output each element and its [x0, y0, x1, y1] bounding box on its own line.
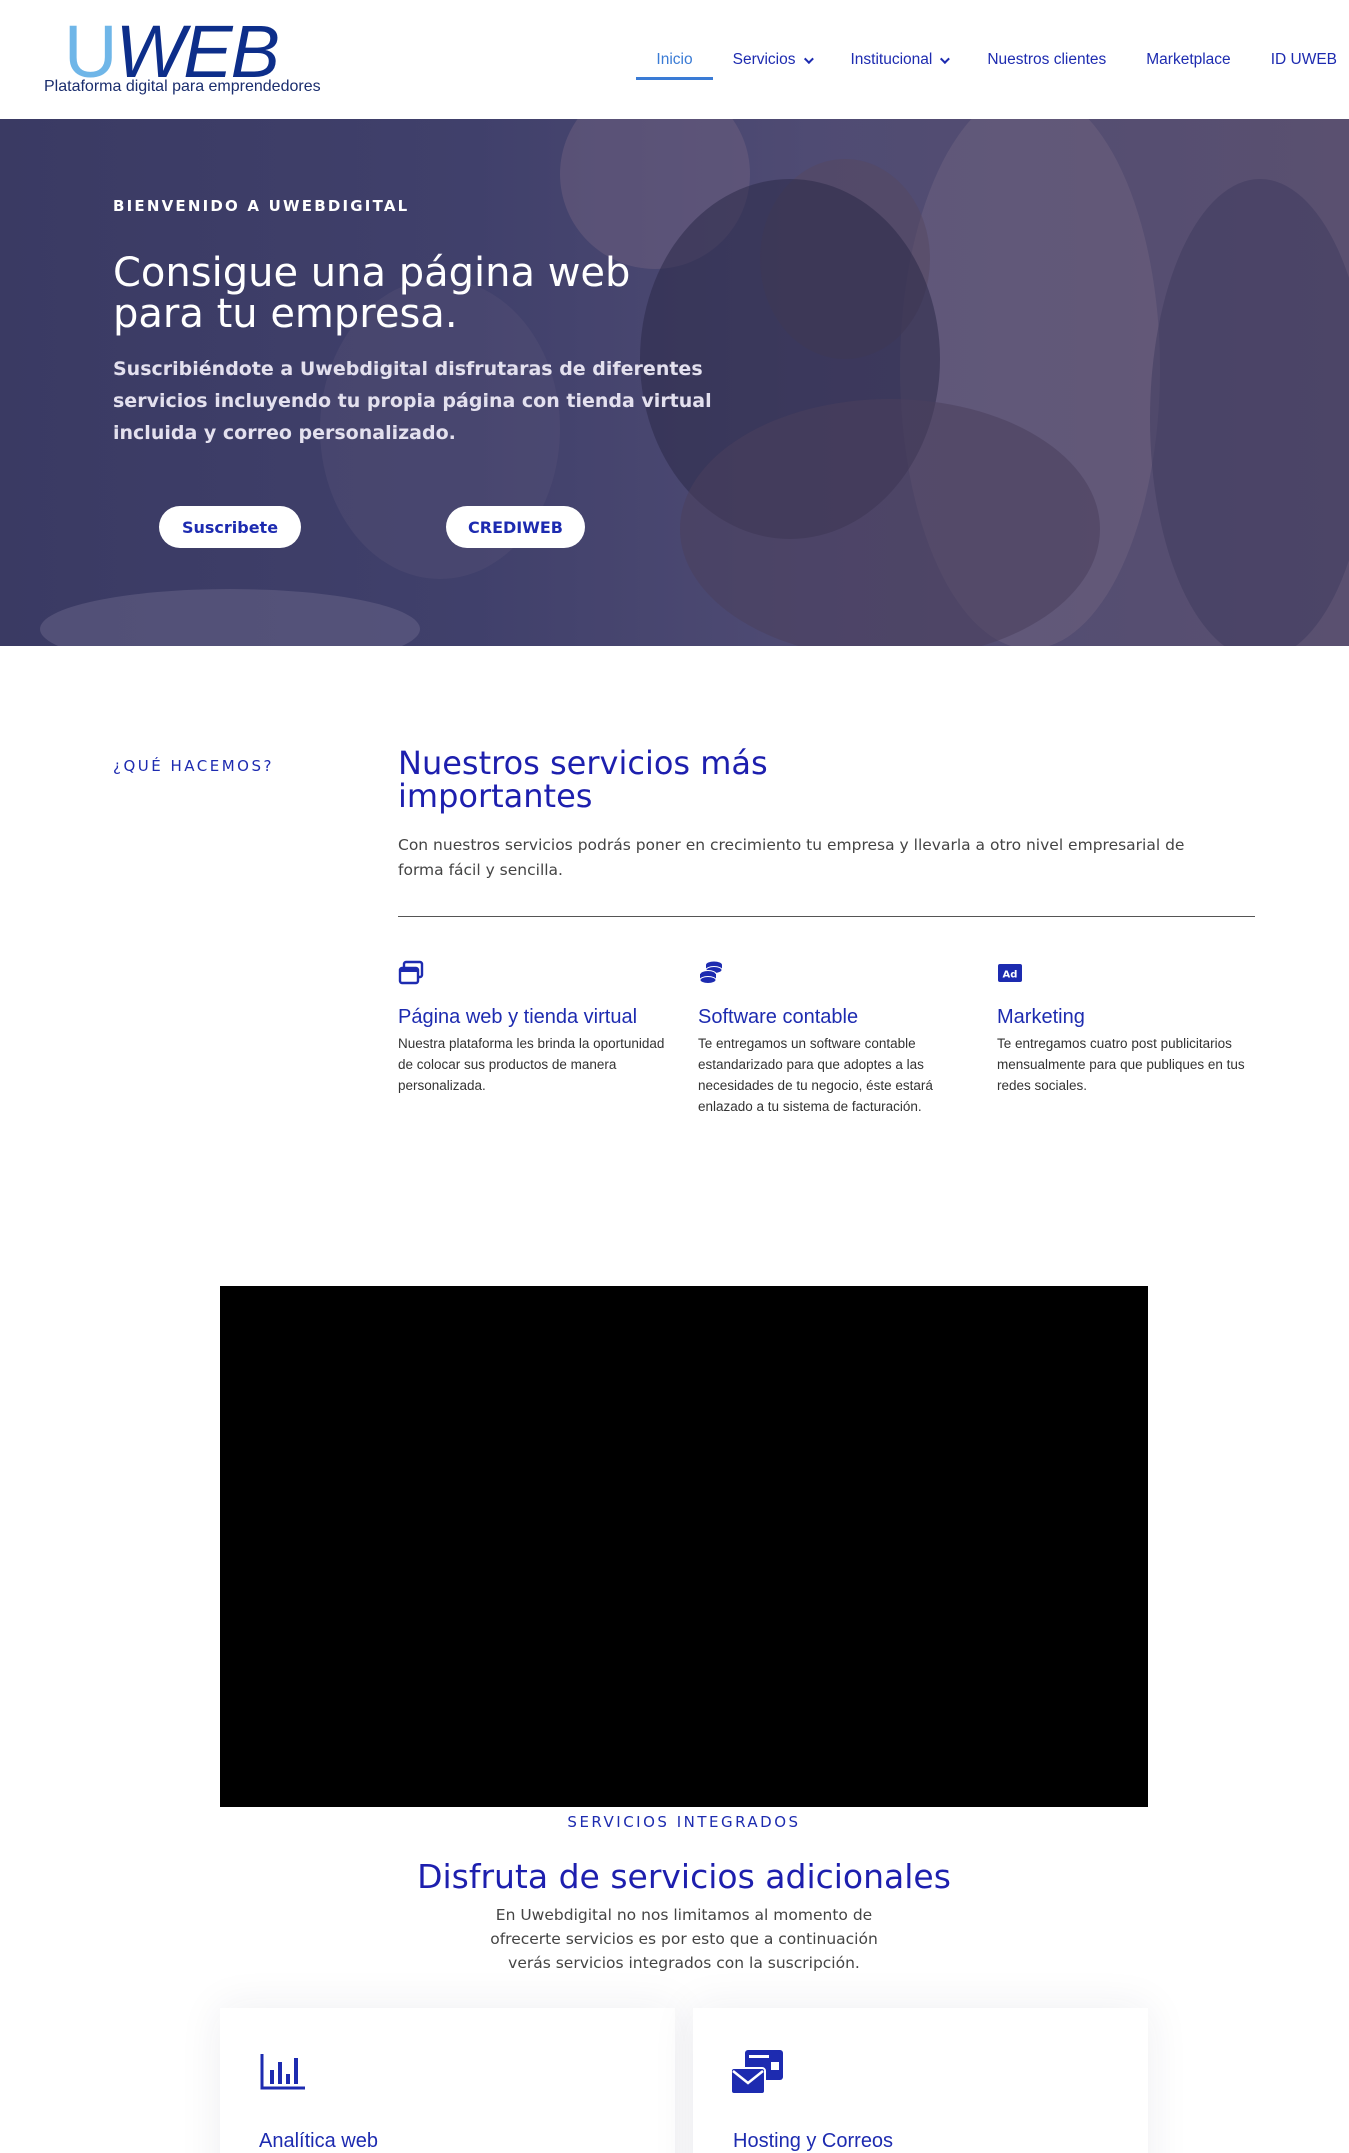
- crediweb-button[interactable]: CREDIWEB: [446, 506, 585, 548]
- integrated-title: Disfruta de servicios adicionales: [417, 1857, 951, 1896]
- nav-id-uweb-label: ID UWEB: [1270, 51, 1337, 68]
- site-header: UWEB Plataforma digital para emprendedor…: [0, 0, 1349, 119]
- ad-icon: Ad: [998, 964, 1022, 982]
- subscribe-button[interactable]: Suscribete: [159, 506, 301, 548]
- coins-icon: [699, 961, 723, 984]
- chevron-down-icon: [940, 53, 951, 64]
- nav-institucional[interactable]: Institucional: [850, 38, 951, 82]
- nav-marketplace[interactable]: Marketplace: [1146, 38, 1230, 82]
- integrated-kicker: SERVICIOS INTEGRADOS: [567, 1813, 801, 1831]
- bar-chart-icon: [260, 2054, 305, 2090]
- hero-subtitle: Suscribiéndote a Uwebdigital disfrutaras…: [113, 358, 712, 444]
- hero-banner: BIENVENIDO A UWEBDIGITAL Consigue una pá…: [0, 119, 1349, 646]
- service-card-web: Página web y tienda virtual Nuestra plat…: [398, 960, 668, 1096]
- hero-photo-shape: [40, 589, 420, 646]
- integrated-card-hosting: Hosting y Correos: [693, 2008, 1148, 2153]
- integrated-card-analytics: Analítica web: [220, 2008, 675, 2153]
- hero-kicker: BIENVENIDO A UWEBDIGITAL: [113, 197, 410, 215]
- nav-inicio-label: Inicio: [656, 51, 693, 68]
- service-card-title: Página web y tienda virtual: [398, 1006, 638, 1028]
- integrated-description: En Uwebdigital no nos limitamos al momen…: [490, 1906, 878, 1972]
- nav-id-uweb[interactable]: ID UWEB: [1271, 38, 1337, 82]
- services-title: Nuestros servicios más importantes: [398, 744, 768, 815]
- divider: [398, 916, 1255, 917]
- services-kicker: ¿QUÉ HACEMOS?: [113, 757, 274, 775]
- hero-photo-shape: [680, 399, 1100, 646]
- nav-servicios[interactable]: Servicios: [732, 38, 814, 82]
- video-player[interactable]: [220, 1286, 1148, 1807]
- service-card-marketing: Ad Marketing Te entregamos cuatro post p…: [997, 960, 1267, 1096]
- service-card-title: Software contable: [698, 1006, 859, 1028]
- nav-marketplace-label: Marketplace: [1146, 51, 1231, 68]
- service-card-text: Te entregamos un software contable estan…: [698, 1036, 933, 1114]
- nav-inicio[interactable]: Inicio: [636, 38, 713, 82]
- integrated-card-title: Hosting y Correos: [733, 2130, 894, 2152]
- nav-nuestros-clientes[interactable]: Nuestros clientes: [987, 38, 1106, 82]
- mail-card-icon: [730, 2050, 783, 2095]
- service-card-title: Marketing: [997, 1006, 1085, 1028]
- service-card-text: Nuestra plataforma les brinda la oportun…: [398, 1036, 665, 1093]
- service-card-text: Te entregamos cuatro post publicitarios …: [997, 1036, 1245, 1093]
- main-nav: Inicio Servicios Institucional Nuestros …: [636, 38, 1339, 82]
- logo-tagline: Plataforma digital para emprendedores: [44, 78, 321, 95]
- chevron-down-icon: [803, 53, 814, 64]
- integrated-card-title: Analítica web: [259, 2130, 378, 2152]
- nav-servicios-label: Servicios: [732, 51, 796, 68]
- nav-institucional-label: Institucional: [850, 51, 933, 68]
- svg-text:Ad: Ad: [1003, 970, 1018, 981]
- nav-clientes-label: Nuestros clientes: [987, 51, 1107, 68]
- service-card-software: Software contable Te entregamos un softw…: [698, 960, 968, 1117]
- window-icon: [398, 960, 424, 985]
- hero-title: Consigue una página web para tu empresa.: [113, 250, 631, 337]
- logo[interactable]: UWEB Plataforma digital para emprendedor…: [44, 12, 344, 102]
- hero-photo-shape: [1150, 179, 1349, 646]
- services-description: Con nuestros servicios podrás poner en c…: [398, 836, 1185, 879]
